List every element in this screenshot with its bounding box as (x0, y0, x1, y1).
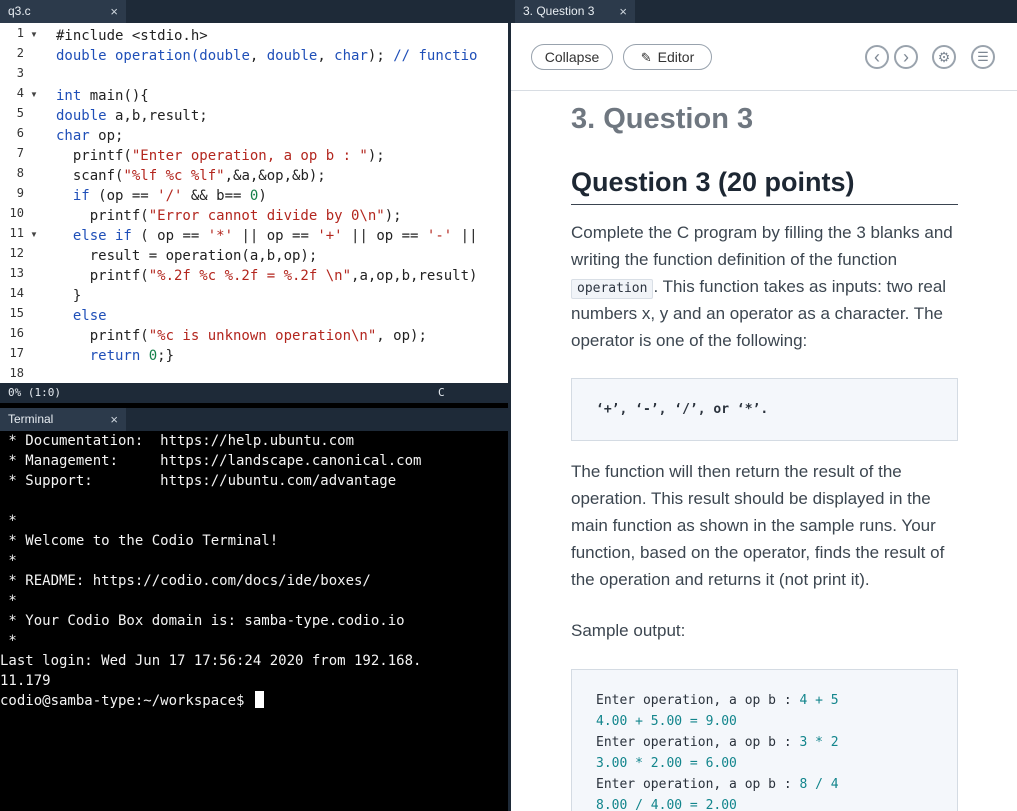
sample-result-line: 8.00 / 4.00 = 2.00 (596, 798, 737, 811)
code-line: scanf("%lf %c %lf",&a,&op,&b); (56, 168, 326, 184)
tab-label: Terminal (8, 412, 54, 426)
question-description: Complete the C program by filling the 3 … (571, 223, 953, 350)
collapse-button[interactable]: Collapse (531, 44, 613, 70)
code-line: printf("Enter operation, a op b : "); (56, 148, 385, 164)
terminal-line: * (0, 513, 17, 529)
line-number: 17 (9, 346, 24, 360)
sample-result-line: 3.00 * 2.00 = 6.00 (596, 756, 737, 771)
code-line: double operation(double, double, char); … (56, 48, 478, 64)
code-line: printf("Error cannot divide by 0\n"); (56, 208, 402, 224)
line-number: 8 (16, 166, 24, 180)
terminal-prompt: codio@samba-type:~/workspace$ (0, 693, 253, 709)
code-line: char op; (56, 128, 124, 144)
code-line: return 0;} (56, 348, 175, 364)
sample-output-label: Sample output: (571, 621, 686, 640)
guide-panel: 3. Question 3 × Collapse ✎ Editor ‹ › ⚙ ☰… (511, 0, 1017, 811)
guide-tab-bar: 3. Question 3 × (511, 0, 1017, 23)
editor-status-bar: 0% (1:0) C (0, 383, 508, 403)
code-line: printf("%c is unknown operation\n", op); (56, 328, 427, 344)
code-line: double a,b,result; (56, 108, 208, 124)
line-number: 10 (9, 206, 24, 220)
function-name-code: operation (571, 279, 654, 299)
code-line: } (56, 288, 82, 304)
left-panel: q3.c × 1 ▼ 2 3 4 ▼ 5 6 7 8 9 10 11 ▼ 12 … (0, 0, 508, 811)
tab-terminal[interactable]: Terminal × (0, 408, 126, 431)
close-icon[interactable]: × (110, 408, 118, 431)
terminal-line: * README: https://codio.com/docs/ide/box… (0, 573, 371, 589)
terminal-tab-bar: Terminal × (0, 408, 508, 431)
operators-code-block: ‘+’, ‘-’, ‘/’, or ‘*’. (571, 378, 958, 441)
terminal-line: * (0, 633, 17, 649)
fold-arrow-icon[interactable]: ▼ (30, 90, 38, 99)
fold-arrow-icon[interactable]: ▼ (30, 30, 38, 39)
line-number: 5 (16, 106, 24, 120)
previous-page-button[interactable]: ‹ (865, 45, 889, 69)
line-number: 9 (16, 186, 24, 200)
line-number: 15 (9, 306, 24, 320)
terminal-cursor (254, 691, 264, 708)
terminal-line: * (0, 553, 17, 569)
tab-question-3[interactable]: 3. Question 3 × (515, 0, 635, 23)
operators-text: ‘+’, ‘-’, ‘/’, or ‘*’. (596, 402, 769, 417)
line-number: 18 (9, 366, 24, 380)
sample-result-line: 4.00 + 5.00 = 9.00 (596, 714, 737, 729)
terminal-prompt-line[interactable]: codio@samba-type:~/workspace$ (0, 691, 264, 711)
sample-output-block: Enter operation, a op b : 4 + 5 4.00 + 5… (571, 669, 958, 811)
code-line: result = operation(a,b,op); (56, 248, 318, 264)
editor-button[interactable]: ✎ Editor (623, 44, 712, 70)
line-number: 14 (9, 286, 24, 300)
code-line: else if ( op == '*' || op == '+' || op =… (56, 228, 478, 244)
guide-content: 3. Question 3 Question 3 (20 points) Com… (511, 91, 1017, 811)
line-number: 7 (16, 146, 24, 160)
code-line: int main(){ (56, 88, 149, 104)
line-number: 12 (9, 246, 24, 260)
question-details: The function will then return the result… (571, 462, 945, 589)
terminal-line: * Management: https://landscape.canonica… (0, 453, 422, 469)
question-heading: Question 3 (20 points) (571, 167, 958, 205)
line-number: 3 (16, 66, 24, 80)
code-editor[interactable]: 1 ▼ 2 3 4 ▼ 5 6 7 8 9 10 11 ▼ 12 13 14 1… (0, 23, 508, 383)
sample-prompt-line: Enter operation, a op b : 8 / 4 (596, 777, 839, 792)
terminal-line: * Welcome to the Codio Terminal! (0, 533, 279, 549)
settings-button[interactable]: ⚙ (932, 45, 956, 69)
code-line: #include <stdio.h> (56, 28, 208, 44)
terminal-line: * (0, 593, 17, 609)
editor-tab-bar: q3.c × (0, 0, 508, 23)
next-page-button[interactable]: › (894, 45, 918, 69)
cursor-position: 0% (1:0) (8, 386, 61, 399)
line-gutter: 1 ▼ 2 3 4 ▼ 5 6 7 8 9 10 11 ▼ 12 13 14 1… (0, 23, 46, 383)
line-number: 16 (9, 326, 24, 340)
terminal[interactable]: * Documentation: https://help.ubuntu.com… (0, 431, 508, 811)
page-title: 3. Question 3 (571, 103, 754, 135)
menu-button[interactable]: ☰ (971, 45, 995, 69)
close-icon[interactable]: × (619, 0, 627, 23)
code-line: printf("%.2f %c %.2f = %.2f \n",a,op,b,r… (56, 268, 478, 284)
close-icon[interactable]: × (110, 0, 118, 23)
tab-label: 3. Question 3 (523, 4, 595, 18)
pencil-icon: ✎ (640, 50, 652, 65)
terminal-line: 11.179 (0, 673, 51, 689)
terminal-line: * Documentation: https://help.ubuntu.com (0, 433, 355, 449)
code-line: else (56, 308, 107, 324)
tab-q3-c[interactable]: q3.c × (0, 0, 126, 23)
guide-toolbar: Collapse ✎ Editor ‹ › ⚙ ☰ (511, 23, 1017, 91)
tab-label: q3.c (8, 4, 31, 18)
terminal-line: * Your Codio Box domain is: samba-type.c… (0, 613, 405, 629)
terminal-line: Last login: Wed Jun 17 17:56:24 2020 fro… (0, 653, 422, 669)
line-number: 6 (16, 126, 24, 140)
terminal-line: * Support: https://ubuntu.com/advantage (0, 473, 397, 489)
code-content[interactable]: #include <stdio.h> double operation(doub… (56, 23, 508, 364)
line-number: 13 (9, 266, 24, 280)
code-line: if (op == '/' && b== 0) (56, 188, 267, 204)
editor-button-label: Editor (657, 49, 695, 65)
line-number: 4 (16, 86, 24, 100)
sample-prompt-line: Enter operation, a op b : 4 + 5 (596, 693, 839, 708)
line-number: 2 (16, 46, 24, 60)
language-mode[interactable]: C (438, 383, 445, 403)
sample-prompt-line: Enter operation, a op b : 3 * 2 (596, 735, 839, 750)
line-number: 1 (16, 26, 24, 40)
fold-arrow-icon[interactable]: ▼ (30, 230, 38, 239)
line-number: 11 (9, 226, 24, 240)
